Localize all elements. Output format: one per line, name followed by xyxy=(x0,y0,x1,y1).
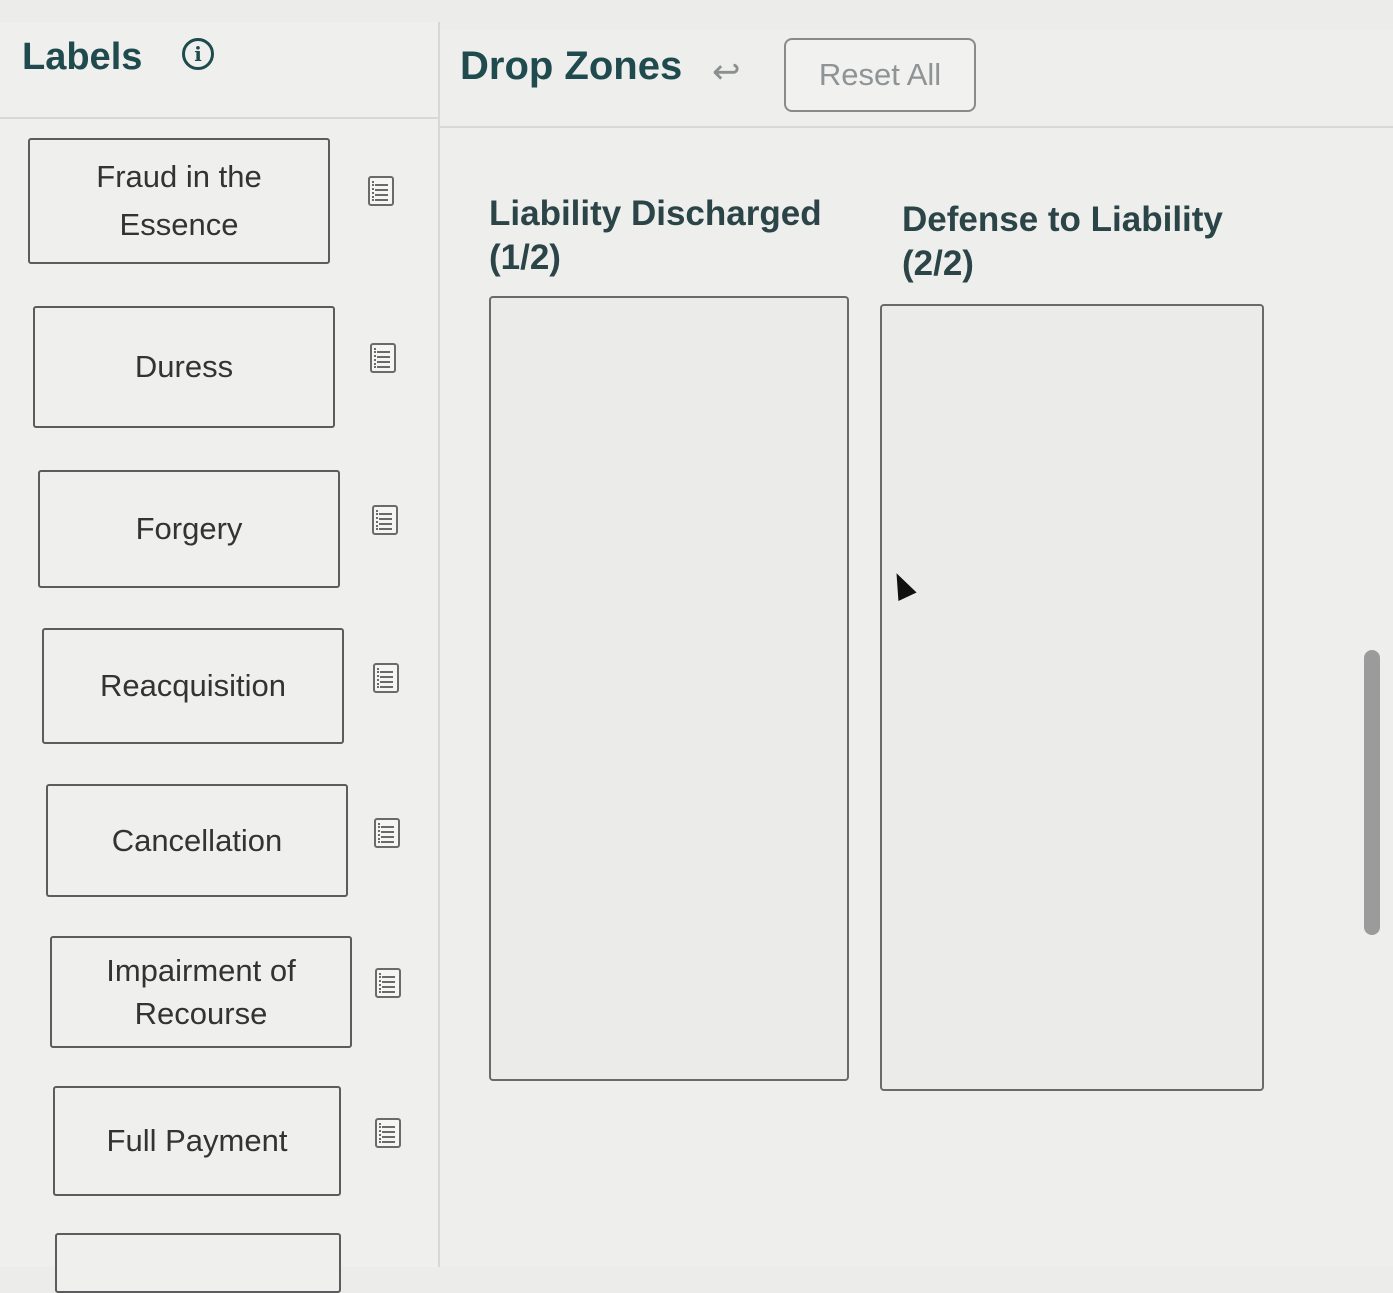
document-icon[interactable] xyxy=(374,818,400,848)
zone-heading-defense-to-liability: Defense to Liability (2/2) xyxy=(902,198,1223,286)
drop-zones-title: Drop Zones xyxy=(460,44,683,88)
labels-title: Labels xyxy=(22,36,143,78)
zone-heading-liability-discharged: Liability Discharged (1/2) xyxy=(489,192,822,280)
document-icon[interactable] xyxy=(375,1118,401,1148)
label-card-duress[interactable]: Duress xyxy=(33,306,335,428)
label-card-text: Reacquisition xyxy=(99,668,287,703)
drop-zone-defense-to-liability[interactable] xyxy=(880,304,1264,1091)
label-card-text: Fraud in the Essence xyxy=(96,159,262,242)
document-icon[interactable] xyxy=(372,505,398,535)
label-card-fraud-in-the-essence[interactable]: Fraud in the Essence xyxy=(28,138,330,264)
label-card-partial[interactable] xyxy=(55,1233,341,1293)
zone-name: Defense to Liability xyxy=(902,200,1223,239)
drop-zone-liability-discharged[interactable] xyxy=(489,296,849,1081)
label-card-text: Forgery xyxy=(135,511,243,546)
undo-arrow-icon[interactable]: ↩ xyxy=(712,52,741,92)
label-card-text: Full Payment xyxy=(106,1123,288,1158)
labels-header: Labels i xyxy=(0,22,438,119)
label-card-full-payment[interactable]: Full Payment xyxy=(53,1086,341,1196)
document-icon[interactable] xyxy=(368,176,394,206)
zone-name: Liability Discharged xyxy=(489,194,822,233)
label-card-text: Cancellation xyxy=(111,822,283,858)
reset-all-button[interactable]: Reset All xyxy=(784,38,976,112)
info-icon[interactable]: i xyxy=(182,38,214,70)
document-icon[interactable] xyxy=(370,343,396,373)
label-card-impairment-of-recourse[interactable]: Impairment of Recourse xyxy=(50,936,352,1048)
label-card-text: Duress xyxy=(134,349,234,384)
zone-count: (1/2) xyxy=(489,238,561,277)
label-card-text: Impairment of Recourse xyxy=(106,953,296,1031)
zone-count: (2/2) xyxy=(902,244,974,283)
label-card-forgery[interactable]: Forgery xyxy=(38,470,340,588)
label-card-cancellation[interactable]: Cancellation xyxy=(46,784,348,897)
drop-zones-header: Drop Zones ↩ Reset All xyxy=(440,30,1393,128)
label-card-reacquisition[interactable]: Reacquisition xyxy=(42,628,344,744)
document-icon[interactable] xyxy=(375,968,401,998)
vertical-scrollbar[interactable] xyxy=(1364,650,1380,935)
document-icon[interactable] xyxy=(373,663,399,693)
